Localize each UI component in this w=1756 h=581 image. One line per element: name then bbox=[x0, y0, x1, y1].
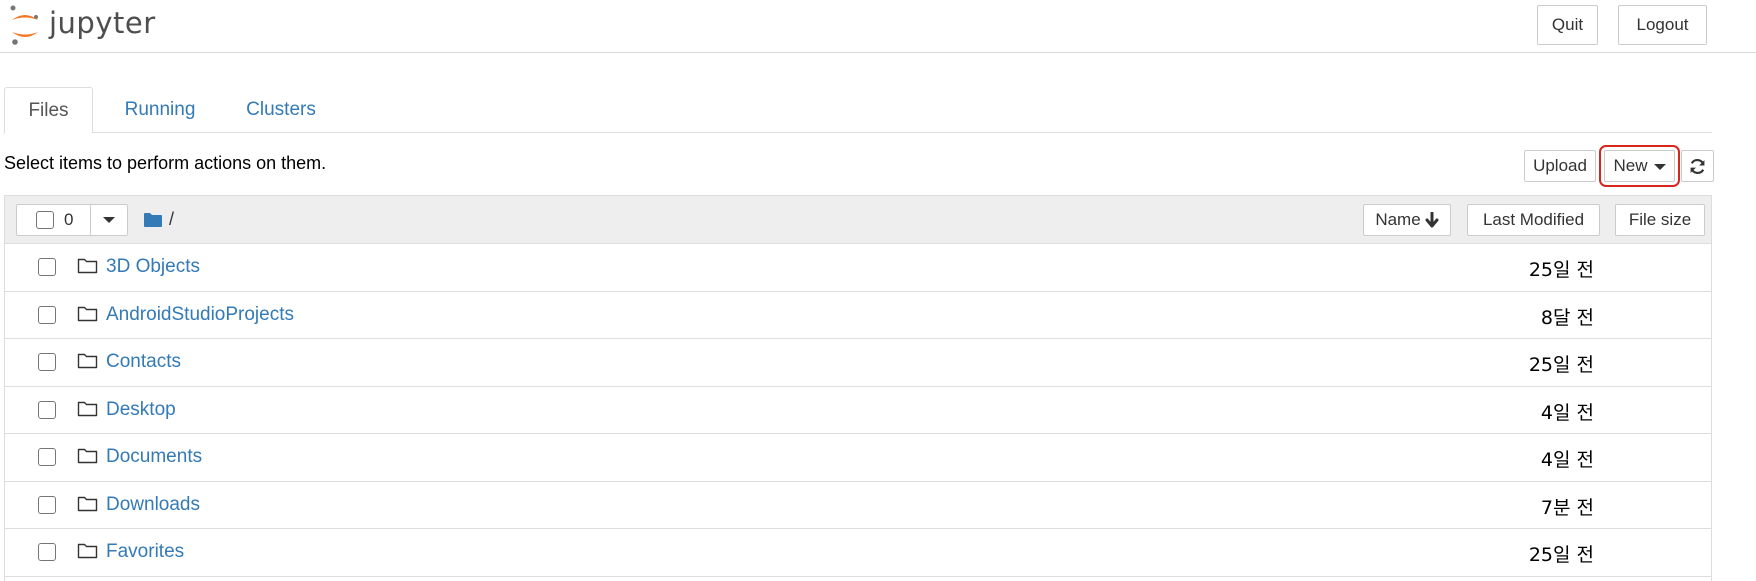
sort-by-size-button[interactable]: File size bbox=[1615, 204, 1705, 236]
item-name-link[interactable]: 3D Objects bbox=[106, 256, 200, 278]
item-modified: 7분 전 bbox=[1540, 496, 1594, 519]
item-modified: 8달 전 bbox=[1540, 306, 1594, 329]
sort-by-modified-button[interactable]: Last Modified bbox=[1467, 204, 1600, 236]
item-checkbox[interactable] bbox=[38, 543, 56, 561]
item-name-link[interactable]: Documents bbox=[106, 446, 202, 468]
list-item[interactable]: Desktop 4일 전 bbox=[5, 386, 1711, 434]
item-modified: 4일 전 bbox=[1540, 401, 1594, 424]
caret-down-icon bbox=[103, 217, 115, 223]
breadcrumb-root[interactable]: / bbox=[169, 209, 174, 230]
select-dropdown-button[interactable] bbox=[91, 205, 127, 235]
tab-running[interactable]: Running bbox=[109, 87, 211, 133]
header: jupyter Quit Logout bbox=[0, 0, 1756, 53]
item-name-link[interactable]: Desktop bbox=[106, 399, 176, 421]
select-all-checkbox[interactable] bbox=[36, 211, 54, 229]
folder-icon bbox=[77, 306, 98, 321]
quit-button[interactable]: Quit bbox=[1537, 5, 1598, 45]
item-checkbox[interactable] bbox=[38, 400, 56, 419]
jupyter-logo[interactable]: jupyter bbox=[9, 5, 156, 45]
select-all-toggle[interactable]: 0 bbox=[17, 205, 91, 235]
new-button[interactable]: New bbox=[1599, 145, 1680, 187]
folder-icon bbox=[77, 448, 98, 464]
logout-button[interactable]: Logout bbox=[1618, 5, 1707, 45]
list-item[interactable]: 3D Objects 25일 전 bbox=[5, 244, 1711, 292]
select-all-group[interactable]: 0 bbox=[16, 204, 128, 236]
list-item[interactable]: Favorites 25일 전 bbox=[5, 529, 1711, 577]
file-rows: 3D Objects 25일 전 AndroidStudioProjects 8… bbox=[5, 244, 1711, 577]
item-modified: 25일 전 bbox=[1528, 354, 1594, 376]
tab-files[interactable]: Files bbox=[4, 87, 93, 134]
file-list-header: 0 / Name Last Modified File size bbox=[5, 196, 1711, 244]
item-checkbox[interactable] bbox=[38, 495, 56, 514]
item-name-link[interactable]: AndroidStudioProjects bbox=[106, 304, 294, 326]
item-name-link[interactable]: Downloads bbox=[106, 494, 200, 516]
folder-icon bbox=[77, 258, 98, 274]
upload-button[interactable]: Upload bbox=[1524, 150, 1596, 182]
item-modified: 25일 전 bbox=[1528, 544, 1594, 566]
folder-icon bbox=[77, 543, 98, 559]
item-checkbox[interactable] bbox=[38, 353, 56, 371]
sort-name-label: Name bbox=[1375, 210, 1421, 229]
refresh-button[interactable] bbox=[1681, 150, 1714, 182]
selected-count: 0 bbox=[64, 210, 74, 229]
tab-clusters[interactable]: Clusters bbox=[228, 87, 334, 133]
refresh-icon bbox=[1690, 158, 1705, 174]
item-name-link[interactable]: Contacts bbox=[106, 351, 181, 373]
folder-icon bbox=[144, 212, 162, 227]
folder-icon bbox=[77, 496, 98, 511]
logo-text: jupyter bbox=[49, 6, 156, 40]
sort-by-name-button[interactable]: Name bbox=[1363, 204, 1451, 236]
jupyter-logo-icon bbox=[10, 5, 38, 45]
caret-down-icon bbox=[1653, 164, 1666, 170]
item-checkbox[interactable] bbox=[38, 305, 56, 324]
list-item[interactable]: Documents 4일 전 bbox=[5, 434, 1711, 482]
item-modified: 25일 전 bbox=[1528, 259, 1594, 281]
list-item[interactable]: Downloads 7분 전 bbox=[5, 481, 1711, 529]
item-name-link[interactable]: Favorites bbox=[106, 541, 184, 563]
breadcrumb[interactable]: / bbox=[143, 209, 174, 230]
item-checkbox[interactable] bbox=[38, 448, 56, 466]
instruction-text: Select items to perform actions on them. bbox=[4, 153, 327, 173]
item-modified: 4일 전 bbox=[1540, 449, 1594, 471]
new-button-label: New bbox=[1613, 156, 1648, 175]
list-item[interactable]: Contacts 25일 전 bbox=[5, 339, 1711, 387]
tab-bar: Files Running Clusters bbox=[4, 87, 1712, 134]
folder-icon bbox=[77, 353, 98, 369]
item-checkbox[interactable] bbox=[38, 258, 56, 276]
file-list: 0 / Name Last Modified File size 3D Obje… bbox=[4, 195, 1712, 581]
folder-icon bbox=[77, 401, 98, 416]
list-item[interactable]: AndroidStudioProjects 8달 전 bbox=[5, 291, 1711, 339]
arrow-down-icon bbox=[1425, 212, 1439, 228]
